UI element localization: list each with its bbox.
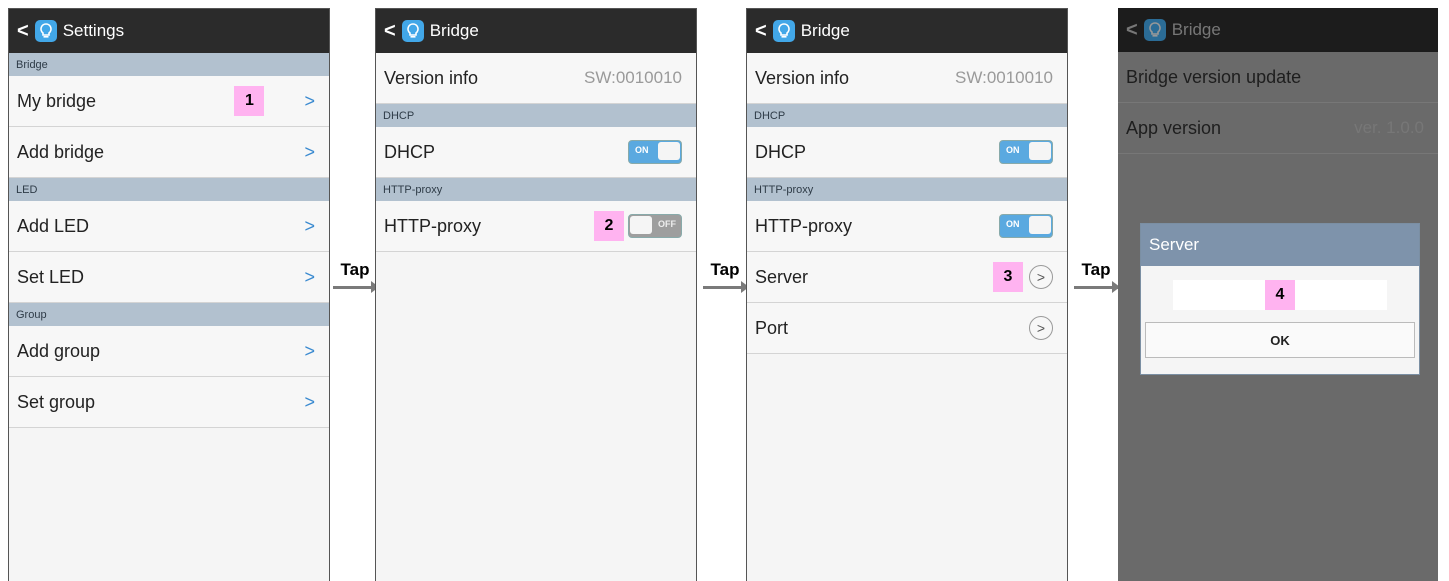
version-value: SW:0010010 — [955, 68, 1053, 87]
page-title: Bridge — [429, 21, 479, 40]
app-bar: < Bridge — [1118, 8, 1438, 52]
server-dialog-screen: < Bridge Bridge version update App versi… — [1118, 8, 1438, 581]
chevron-right-icon: > — [304, 391, 315, 412]
back-icon: < — [1126, 19, 1138, 41]
toggle-text: ON — [1006, 145, 1020, 155]
item-label: Version info — [384, 67, 479, 88]
bridge-proxy-screen: < Bridge Version info SW:0010010 DHCP DH… — [746, 8, 1068, 581]
http-proxy-toggle[interactable]: OFF — [628, 214, 682, 238]
server-item[interactable]: Server 3 > — [747, 252, 1067, 303]
toggle-text: ON — [635, 145, 649, 155]
item-label: Bridge version update — [1126, 66, 1302, 87]
tap-arrow: Tap — [1074, 260, 1120, 293]
version-value: SW:0010010 — [584, 68, 682, 87]
server-dialog: Server 4 OK — [1140, 223, 1420, 375]
tap-label: Tap — [710, 260, 740, 279]
arrow-right-icon — [703, 281, 749, 293]
step-badge: 1 — [234, 86, 265, 116]
item-label: Add bridge — [17, 141, 105, 162]
add-group-item[interactable]: Add group > — [9, 326, 329, 377]
item-label: Add LED — [17, 215, 90, 236]
chevron-circle-icon: > — [1029, 316, 1053, 340]
section-header-proxy: HTTP-proxy — [376, 178, 696, 201]
add-bridge-item[interactable]: Add bridge > — [9, 127, 329, 178]
add-led-item[interactable]: Add LED > — [9, 201, 329, 252]
tap-arrow: Tap — [333, 260, 379, 293]
item-label: DHCP — [384, 141, 436, 162]
bridge-screen: < Bridge Version info SW:0010010 DHCP DH… — [375, 8, 697, 581]
item-label: My bridge — [17, 90, 97, 111]
chevron-right-icon: > — [304, 266, 315, 287]
step-badge: 2 — [594, 211, 624, 241]
back-icon[interactable]: < — [17, 21, 29, 41]
chevron-right-icon: > — [304, 340, 315, 361]
item-label: HTTP-proxy — [755, 215, 853, 236]
toggle-text: OFF — [658, 219, 676, 229]
back-icon[interactable]: < — [755, 21, 767, 41]
step-badge: 4 — [1265, 280, 1295, 310]
item-label: Set LED — [17, 266, 85, 287]
app-bar: < Bridge — [747, 9, 1067, 53]
item-label: Server — [755, 266, 809, 287]
item-label: DHCP — [755, 141, 807, 162]
back-icon[interactable]: < — [384, 21, 396, 41]
tap-label: Tap — [1081, 260, 1111, 279]
step-badge: 3 — [993, 262, 1023, 292]
item-label: HTTP-proxy — [384, 215, 482, 236]
item-label: Add group — [17, 340, 101, 361]
dhcp-row: DHCP ON — [376, 127, 696, 178]
http-proxy-row: HTTP-proxy ON — [747, 201, 1067, 252]
item-label: Set group — [17, 391, 96, 412]
app-bar: < Bridge — [376, 9, 696, 53]
app-version-value: ver. 1.0.0 — [1354, 118, 1424, 137]
version-info-row: Version info SW:0010010 — [747, 53, 1067, 104]
server-input[interactable]: 4 — [1173, 280, 1387, 310]
app-bar: < Settings — [9, 9, 329, 53]
tap-label: Tap — [340, 260, 370, 279]
item-label: App version — [1126, 117, 1222, 138]
section-header-dhcp: DHCP — [376, 104, 696, 127]
dialog-title: Server — [1141, 224, 1419, 266]
tap-arrow: Tap — [703, 260, 749, 293]
set-led-item[interactable]: Set LED > — [9, 252, 329, 303]
arrow-right-icon — [1074, 281, 1120, 293]
toggle-text: ON — [1006, 219, 1020, 229]
ok-button[interactable]: OK — [1145, 322, 1415, 358]
section-header-led: LED — [9, 178, 329, 201]
section-header-proxy: HTTP-proxy — [747, 178, 1067, 201]
bulb-icon — [772, 20, 795, 42]
set-group-item[interactable]: Set group > — [9, 377, 329, 428]
page-title: Bridge — [800, 21, 850, 40]
http-proxy-row: HTTP-proxy 2 OFF — [376, 201, 696, 252]
bridge-version-update-item: Bridge version update — [1118, 52, 1438, 103]
chevron-right-icon: > — [304, 215, 315, 236]
bulb-icon — [1143, 19, 1166, 41]
dhcp-toggle[interactable]: ON — [999, 140, 1053, 164]
http-proxy-toggle[interactable]: ON — [999, 214, 1053, 238]
dhcp-toggle[interactable]: ON — [628, 140, 682, 164]
settings-screen: < Settings Bridge My bridge 1 > Add brid… — [8, 8, 330, 581]
chevron-right-icon: > — [304, 90, 315, 111]
app-version-row: App version ver. 1.0.0 — [1118, 103, 1438, 154]
chevron-right-icon: > — [304, 141, 315, 162]
page-title: Settings — [62, 21, 125, 40]
port-item[interactable]: Port > — [747, 303, 1067, 354]
my-bridge-item[interactable]: My bridge 1 > — [9, 76, 329, 127]
item-label: Version info — [755, 67, 850, 88]
page-title: Bridge — [1171, 20, 1221, 39]
section-header-bridge: Bridge — [9, 53, 329, 76]
chevron-circle-icon: > — [1029, 265, 1053, 289]
section-header-dhcp: DHCP — [747, 104, 1067, 127]
bulb-icon — [34, 20, 57, 42]
dhcp-row: DHCP ON — [747, 127, 1067, 178]
arrow-right-icon — [333, 281, 379, 293]
bulb-icon — [401, 20, 424, 42]
version-info-row: Version info SW:0010010 — [376, 53, 696, 104]
item-label: Port — [755, 317, 789, 338]
section-header-group: Group — [9, 303, 329, 326]
